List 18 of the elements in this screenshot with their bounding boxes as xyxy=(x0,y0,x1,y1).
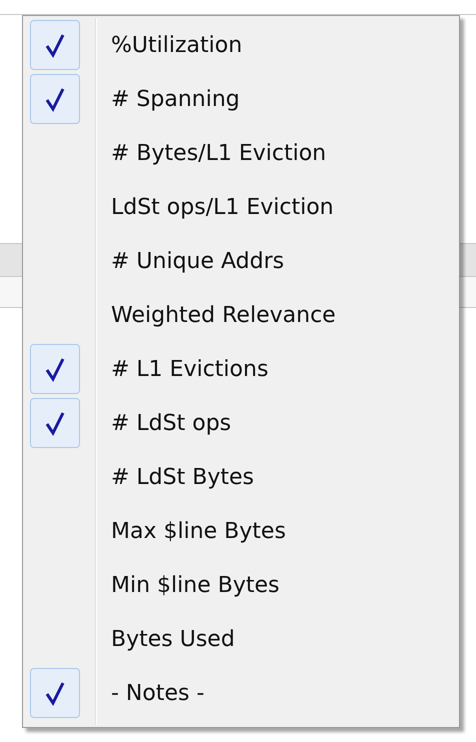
menu-item[interactable]: # LdSt ops xyxy=(23,396,459,450)
check-icon xyxy=(44,356,66,382)
check-icon xyxy=(44,410,66,436)
menu-item[interactable]: %Utilization xyxy=(23,18,459,72)
menu-item[interactable]: - Notes - xyxy=(23,666,459,720)
menu-item[interactable]: Max $line Bytes xyxy=(23,504,459,558)
menu-item[interactable]: Min $line Bytes xyxy=(23,558,459,612)
menu-item[interactable]: LdSt ops/L1 Eviction xyxy=(23,180,459,234)
check-icon xyxy=(44,32,66,58)
menu-item[interactable]: # LdSt Bytes xyxy=(23,450,459,504)
menu-item[interactable]: # L1 Evictions xyxy=(23,342,459,396)
menu-item[interactable]: Bytes Used xyxy=(23,612,459,666)
check-icon xyxy=(44,86,66,112)
menu-item[interactable]: # Spanning xyxy=(23,72,459,126)
menu-item[interactable]: # Unique Addrs xyxy=(23,234,459,288)
menu-item[interactable]: # Bytes/L1 Eviction xyxy=(23,126,459,180)
check-icon xyxy=(44,680,66,706)
menu-item[interactable]: Weighted Relevance xyxy=(23,288,459,342)
